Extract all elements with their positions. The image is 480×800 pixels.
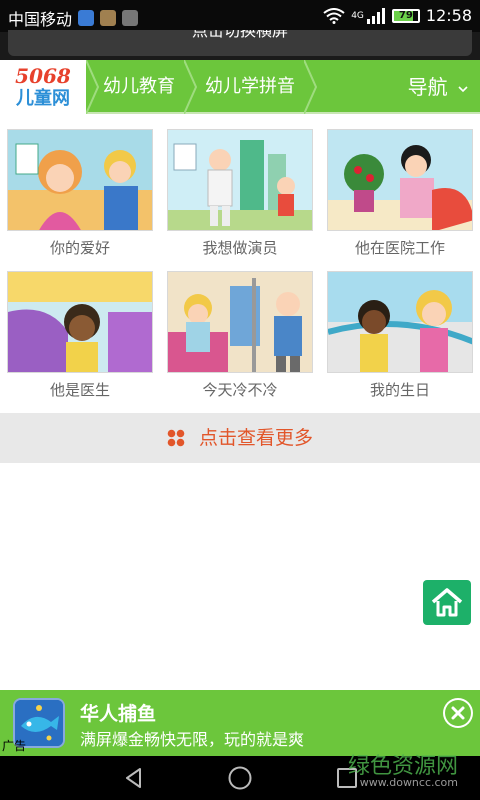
story-card[interactable]: 今天冷不冷 <box>167 271 313 400</box>
ad-close-button[interactable] <box>443 698 473 728</box>
top-nav: 5068 儿童网 幼儿教育 幼儿学拼音 导航 <box>0 60 480 114</box>
battery-level: 79 <box>398 9 413 21</box>
rotate-screen-label: 点击切换横屏 <box>191 30 288 40</box>
rotate-screen-button[interactable]: 点击切换横屏 <box>8 30 472 56</box>
notes-app-icon <box>100 10 117 26</box>
ad-description: 满屏爆金畅快无限，玩的就是爽 <box>80 730 305 749</box>
story-card[interactable]: 你的爱好 <box>7 129 153 258</box>
breadcrumb-item[interactable]: 幼儿学拼音 <box>205 60 295 114</box>
story-thumbnail <box>327 271 473 373</box>
story-thumbnail <box>327 129 473 231</box>
logo-text: 儿童网 <box>16 88 70 109</box>
home-circle-icon[interactable] <box>227 765 253 791</box>
watermark-url: www.downcc.com <box>359 776 458 789</box>
home-button[interactable] <box>423 580 471 625</box>
story-thumbnail <box>167 271 313 373</box>
see-more-button[interactable]: 点击查看更多 <box>0 413 480 463</box>
chevron-down-icon <box>458 85 468 92</box>
breadcrumb-separator-icon <box>86 60 100 114</box>
battery-icon: 79 <box>391 8 420 23</box>
home-icon <box>431 588 463 617</box>
story-caption: 他是医生 <box>49 381 110 399</box>
back-icon[interactable] <box>122 766 146 790</box>
ad-banner[interactable]: 华人捕鱼 满屏爆金畅快无限，玩的就是爽 广告 <box>0 690 480 756</box>
story-caption: 今天冷不冷 <box>202 381 278 399</box>
nav-menu-label: 导航 <box>407 75 448 99</box>
wifi-icon <box>323 7 345 24</box>
story-card[interactable]: 我的生日 <box>327 271 473 400</box>
ad-label: 广告 <box>2 739 27 753</box>
story-caption: 你的爱好 <box>49 239 110 257</box>
grid-dots-icon <box>167 429 185 447</box>
story-thumbnail <box>7 129 153 231</box>
status-bar: 中国移动 4G 79 12:58 <box>0 0 480 32</box>
site-logo[interactable]: 5068 儿童网 <box>0 60 86 114</box>
clock: 12:58 <box>425 6 472 25</box>
story-thumbnail <box>7 271 153 373</box>
nav-menu-button[interactable]: 导航 <box>408 60 468 114</box>
gallery-app-icon <box>122 10 139 26</box>
story-card[interactable]: 他在医院工作 <box>327 129 473 258</box>
message-app-icon <box>78 10 95 26</box>
breadcrumb-item[interactable]: 幼儿教育 <box>103 60 175 114</box>
story-card[interactable]: 我想做演员 <box>167 129 313 258</box>
story-caption: 我的生日 <box>369 381 430 399</box>
ad-title: 华人捕鱼 <box>80 703 157 725</box>
carrier-name: 中国移动 <box>8 10 73 29</box>
see-more-label: 点击查看更多 <box>199 427 314 449</box>
logo-number: 5068 <box>15 64 71 88</box>
story-caption: 我想做演员 <box>202 239 278 257</box>
network-type: 4G <box>351 10 364 21</box>
breadcrumb-separator-icon <box>304 60 318 114</box>
rotate-bar: 点击切换横屏 <box>0 30 480 60</box>
breadcrumb-separator-icon <box>184 60 198 114</box>
story-caption: 他在医院工作 <box>354 239 445 257</box>
story-card[interactable]: 他是医生 <box>7 271 153 400</box>
signal-icon <box>366 7 385 24</box>
close-icon <box>445 700 471 726</box>
story-thumbnail <box>167 129 313 231</box>
